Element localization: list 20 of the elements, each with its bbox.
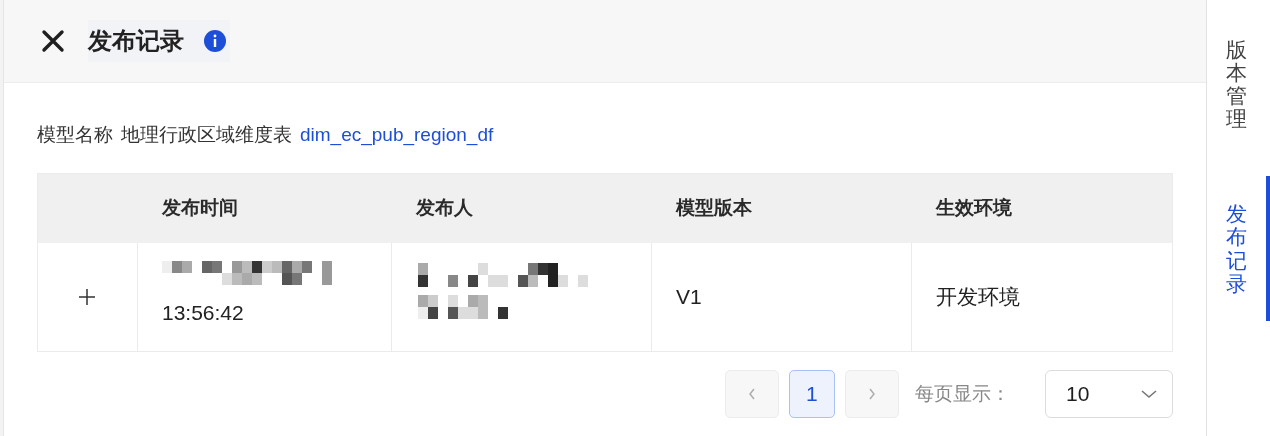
page-button[interactable]: 1	[788, 370, 835, 418]
column-header: 发布人	[415, 197, 473, 219]
side-tab[interactable]: 版本管理	[1206, 38, 1270, 131]
table-cell-text: V1	[675, 284, 702, 311]
panel-title: 发布记录	[87, 26, 184, 56]
side-tab[interactable]: 发布记录	[1206, 176, 1270, 321]
expand-icon[interactable]	[77, 287, 98, 307]
chevron-down-icon	[1139, 389, 1158, 399]
model-name-label: 模型名称	[36, 122, 113, 147]
page-size-select[interactable]: 10	[1044, 370, 1173, 418]
page-size-label: 每页显示：	[914, 381, 1011, 406]
model-code-link[interactable]: dim_ec_pub_region_df	[299, 120, 494, 150]
column-header: 发布时间	[161, 197, 238, 219]
column-header: 模型版本	[675, 197, 752, 219]
model-name: 地理行政区域维度表	[120, 122, 292, 147]
table-cell-text: 13:56:42	[161, 300, 245, 326]
table-cell-text: 开发环境	[935, 284, 1020, 311]
info-icon	[203, 30, 226, 52]
column-header: 生效环境	[935, 197, 1012, 219]
chevron-left-icon	[746, 387, 757, 401]
